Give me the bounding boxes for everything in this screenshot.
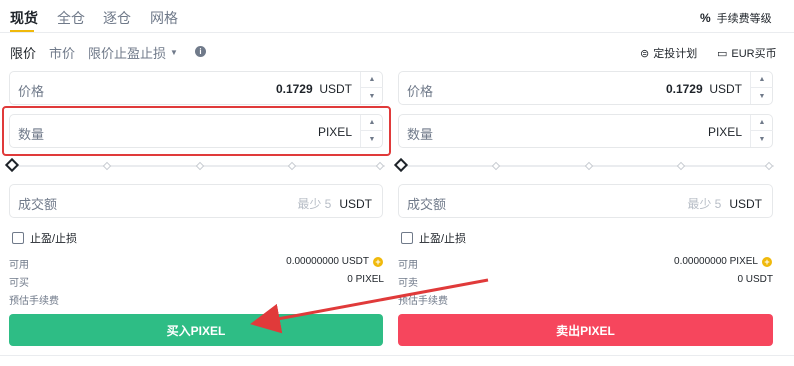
annotation-arrow-icon xyxy=(250,278,489,334)
